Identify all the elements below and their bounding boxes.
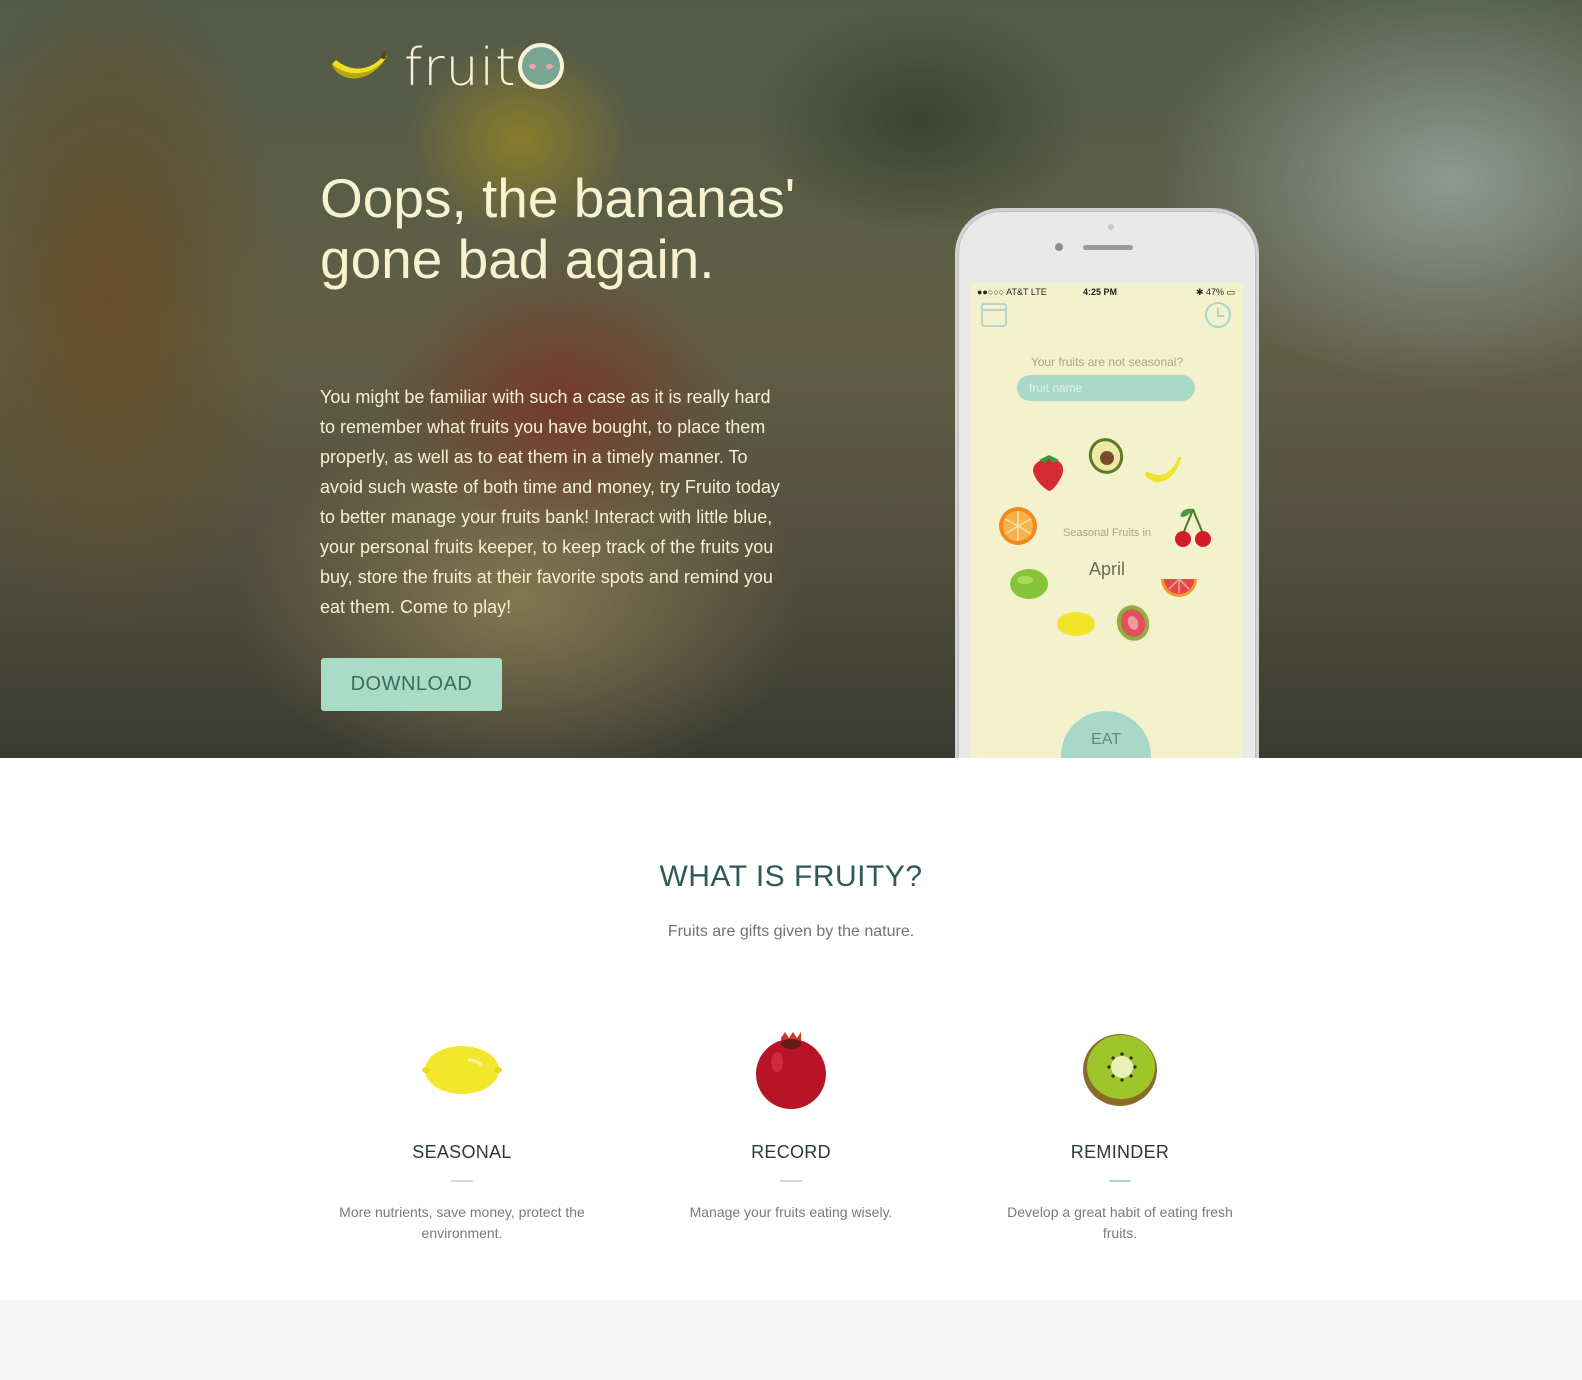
lemon-icon bbox=[312, 1030, 612, 1110]
footer-band bbox=[0, 1300, 1582, 1380]
what-is-subtitle: Fruits are gifts given by the nature. bbox=[667, 923, 915, 940]
status-battery: ✱ 47% ▭ bbox=[1195, 287, 1235, 297]
banana-icon bbox=[1145, 456, 1182, 483]
download-button[interactable]: DOWNLOAD bbox=[321, 658, 502, 711]
hero-headline: Oops, the bananas' gone bad again. bbox=[320, 167, 796, 290]
feature-seasonal: SEASONAL More nutrients, save money, pro… bbox=[312, 1030, 612, 1244]
feature-record-desc: Manage your fruits eating wisely. bbox=[689, 1204, 893, 1220]
feature-record: RECORD Manage your fruits eating wisely. bbox=[641, 1030, 941, 1223]
feature-divider bbox=[780, 1180, 802, 1182]
grapefruit-icon bbox=[1161, 578, 1197, 597]
eat-button[interactable]: EAT bbox=[1061, 711, 1151, 758]
status-time: 4:25 PM bbox=[1083, 287, 1118, 297]
feature-record-title: RECORD bbox=[751, 1142, 831, 1162]
feature-seasonal-desc: More nutrients, save money, protect the … bbox=[339, 1204, 585, 1241]
kiwi-icon bbox=[970, 1030, 1270, 1110]
phone-camera bbox=[1108, 224, 1114, 230]
logo-wordmark: fruit bbox=[404, 38, 565, 98]
feature-reminder: REMINDER Develop a great habit of eating… bbox=[970, 1030, 1270, 1244]
fruit-name-input[interactable] bbox=[1017, 375, 1195, 401]
phone-mockup: ●●○○○ AT&T LTE 4:25 PM ✱ 47% ▭ Your frui… bbox=[955, 208, 1259, 758]
seasonal-fruits-label: Seasonal Fruits in bbox=[1062, 527, 1152, 539]
avocado-icon bbox=[1088, 438, 1124, 474]
lime-icon bbox=[1010, 569, 1048, 599]
phone-speaker bbox=[1083, 245, 1133, 250]
logo-face-icon bbox=[518, 43, 565, 89]
calendar-icon[interactable] bbox=[981, 303, 1007, 327]
hero-intro: You might be familiar with such a case a… bbox=[320, 387, 780, 617]
phone-screen: ●●○○○ AT&T LTE 4:25 PM ✱ 47% ▭ Your frui… bbox=[971, 283, 1243, 758]
feature-divider bbox=[451, 1180, 473, 1182]
orange-icon bbox=[999, 507, 1037, 545]
feature-divider bbox=[1109, 1180, 1131, 1182]
feature-seasonal-title: SEASONAL bbox=[412, 1142, 512, 1162]
lemon-small-icon bbox=[1057, 612, 1095, 636]
clock-icon[interactable] bbox=[1205, 302, 1231, 328]
strawberry-icon bbox=[1033, 455, 1064, 491]
what-is-title: WHAT IS FRUITY? bbox=[659, 860, 923, 893]
fruito-logo[interactable]: fruit bbox=[328, 38, 565, 98]
status-carrier: ●●○○○ AT&T LTE bbox=[977, 287, 1047, 297]
pomegranate-icon bbox=[641, 1030, 941, 1110]
cherry-icon bbox=[1175, 508, 1211, 547]
seasonal-month: April bbox=[1088, 559, 1125, 579]
guava-icon bbox=[1116, 605, 1150, 641]
phone-sensor bbox=[1055, 243, 1063, 251]
seasonal-question: Your fruits are not seasonal? bbox=[1030, 355, 1184, 369]
status-bar: ●●○○○ AT&T LTE 4:25 PM ✱ 47% ▭ bbox=[971, 285, 1243, 301]
feature-reminder-title: REMINDER bbox=[1070, 1142, 1170, 1162]
feature-reminder-desc: Develop a great habit of eating fresh fr… bbox=[1007, 1204, 1233, 1241]
hero-section: fruit Oops, the bananas' gone bad again.… bbox=[0, 0, 1582, 758]
banana-logo-icon bbox=[332, 51, 387, 79]
